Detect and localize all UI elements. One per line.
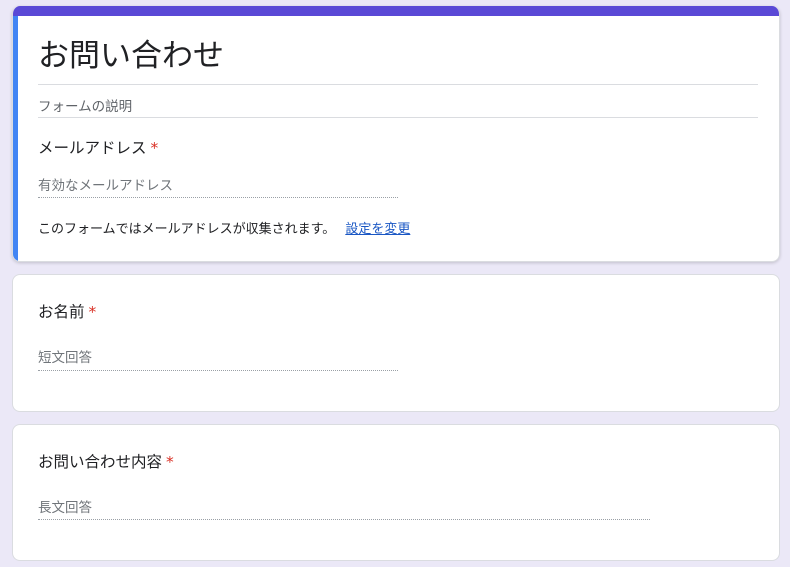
selected-card-indicator <box>13 16 18 261</box>
short-answer-input[interactable]: 短文回答 <box>38 346 92 366</box>
question-card-name[interactable]: お名前 * 短文回答 <box>12 274 780 412</box>
form-header-card[interactable]: お問い合わせ フォームの説明 メールアドレス * 有効なメールアドレス このフォー… <box>12 6 780 262</box>
email-input[interactable]: 有効なメールアドレス <box>38 174 173 194</box>
email-collection-note: このフォームではメールアドレスが収集されます。 設定を変更 <box>38 218 410 237</box>
required-asterisk: * <box>166 453 174 471</box>
title-underline <box>38 84 758 85</box>
change-settings-link[interactable]: 設定を変更 <box>345 222 410 237</box>
question-label: お名前 * <box>38 300 96 322</box>
email-question-label: メールアドレス * <box>38 136 158 158</box>
required-asterisk: * <box>88 303 97 321</box>
form-description-field[interactable]: フォームの説明 <box>38 95 132 115</box>
email-question-text: メールアドレス <box>38 139 147 157</box>
question-text: お問い合わせ内容 <box>38 453 163 471</box>
question-card-inquiry[interactable]: お問い合わせ内容 * 長文回答 <box>12 424 780 561</box>
theme-color-strip <box>13 6 779 16</box>
form-title[interactable]: お問い合わせ <box>38 36 224 76</box>
long-answer-underline <box>38 519 650 520</box>
email-input-underline <box>38 197 398 198</box>
question-label: お問い合わせ内容 * <box>38 450 174 472</box>
collection-note-text: このフォームではメールアドレスが収集されます。 <box>38 222 336 237</box>
long-answer-input[interactable]: 長文回答 <box>38 496 92 516</box>
short-answer-underline <box>38 370 398 371</box>
description-underline <box>38 117 758 118</box>
required-asterisk: * <box>150 139 159 157</box>
question-text: お名前 <box>38 303 85 321</box>
